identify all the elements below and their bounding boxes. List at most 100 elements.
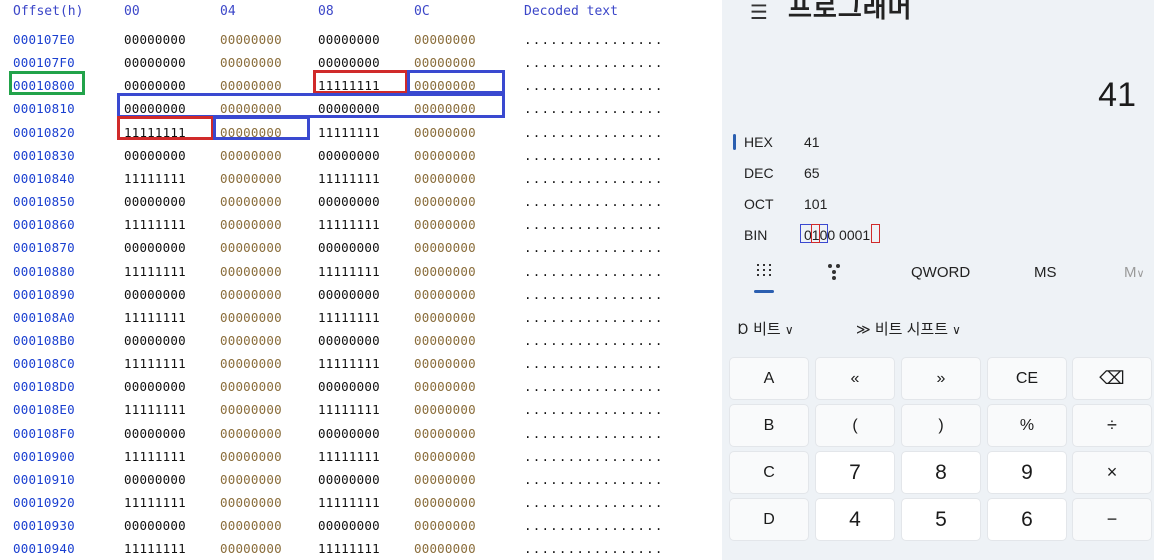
- word-size-button[interactable]: QWORD: [911, 264, 970, 281]
- hamburger-menu-icon[interactable]: ☰: [750, 0, 768, 25]
- hex-data-cell[interactable]: 00000000: [220, 217, 282, 232]
- hex-data-cell[interactable]: 00000000: [220, 194, 282, 209]
- hex-data-cell[interactable]: 00000000: [220, 264, 282, 279]
- hex-data-cell[interactable]: 11111111: [124, 449, 186, 464]
- hex-data-cell[interactable]: 00000000: [124, 472, 186, 487]
- offset-cell[interactable]: 000108A0: [13, 310, 75, 325]
- offset-cell[interactable]: 00010820: [13, 125, 75, 140]
- keypad-grid-icon[interactable]: [754, 262, 774, 286]
- hex-data-cell[interactable]: 00000000: [414, 426, 476, 441]
- bit-toggle-icon[interactable]: [826, 262, 842, 286]
- offset-cell[interactable]: 00010860: [13, 217, 75, 232]
- hex-data-cell[interactable]: 11111111: [124, 171, 186, 186]
- hex-data-cell[interactable]: 00000000: [414, 287, 476, 302]
- hex-data-cell[interactable]: 00000000: [220, 472, 282, 487]
- decoded-text-cell[interactable]: ................: [524, 518, 664, 533]
- decoded-text-cell[interactable]: ................: [524, 472, 664, 487]
- offset-cell[interactable]: 000108F0: [13, 426, 75, 441]
- hex-data-cell[interactable]: 00000000: [220, 449, 282, 464]
- decoded-text-cell[interactable]: ................: [524, 148, 664, 163]
- key-button[interactable]: 9: [987, 451, 1067, 494]
- decoded-text-cell[interactable]: ................: [524, 217, 664, 232]
- hex-data-cell[interactable]: 11111111: [318, 171, 380, 186]
- hex-data-cell[interactable]: 11111111: [318, 495, 380, 510]
- hex-data-cell[interactable]: 11111111: [318, 541, 380, 556]
- decoded-text-cell[interactable]: ................: [524, 495, 664, 510]
- hex-data-cell[interactable]: 00000000: [220, 32, 282, 47]
- offset-cell[interactable]: 000107F0: [13, 55, 75, 70]
- hex-data-cell[interactable]: 00000000: [124, 240, 186, 255]
- key-button[interactable]: ): [901, 404, 981, 447]
- hex-data-cell[interactable]: 00000000: [220, 55, 282, 70]
- hex-data-cell[interactable]: 11111111: [124, 541, 186, 556]
- hex-data-cell[interactable]: 00000000: [318, 379, 380, 394]
- hex-data-cell[interactable]: 00000000: [220, 148, 282, 163]
- hex-data-cell[interactable]: 00000000: [318, 55, 380, 70]
- hex-data-cell[interactable]: 11111111: [124, 495, 186, 510]
- hex-data-cell[interactable]: 00000000: [220, 287, 282, 302]
- hex-data-cell[interactable]: 00000000: [414, 264, 476, 279]
- offset-cell[interactable]: 00010920: [13, 495, 75, 510]
- key-button[interactable]: 4: [815, 498, 895, 541]
- hex-data-cell[interactable]: 11111111: [318, 356, 380, 371]
- decoded-text-cell[interactable]: ................: [524, 264, 664, 279]
- decoded-text-cell[interactable]: ................: [524, 356, 664, 371]
- hex-data-cell[interactable]: 11111111: [318, 264, 380, 279]
- hex-data-cell[interactable]: 00000000: [414, 472, 476, 487]
- hex-data-cell[interactable]: 11111111: [318, 402, 380, 417]
- hex-data-cell[interactable]: 00000000: [414, 495, 476, 510]
- hex-data-cell[interactable]: 00000000: [318, 32, 380, 47]
- hex-data-cell[interactable]: 00000000: [220, 379, 282, 394]
- decoded-text-cell[interactable]: ................: [524, 379, 664, 394]
- hex-data-cell[interactable]: 00000000: [414, 379, 476, 394]
- decoded-text-cell[interactable]: ................: [524, 310, 664, 325]
- memory-list-button[interactable]: M∨: [1124, 264, 1145, 281]
- decoded-text-cell[interactable]: ................: [524, 240, 664, 255]
- hex-data-cell[interactable]: 00000000: [124, 426, 186, 441]
- hex-data-cell[interactable]: 00000000: [414, 148, 476, 163]
- key-button[interactable]: ×: [1072, 451, 1152, 494]
- decoded-text-cell[interactable]: ................: [524, 287, 664, 302]
- decoded-text-cell[interactable]: ................: [524, 32, 664, 47]
- hex-data-cell[interactable]: 00000000: [318, 287, 380, 302]
- hex-data-cell[interactable]: 00000000: [414, 125, 476, 140]
- offset-cell[interactable]: 000107E0: [13, 32, 75, 47]
- decoded-text-cell[interactable]: ................: [524, 333, 664, 348]
- key-button[interactable]: D: [729, 498, 809, 541]
- hex-data-cell[interactable]: 00000000: [124, 379, 186, 394]
- offset-cell[interactable]: 00010840: [13, 171, 75, 186]
- key-button[interactable]: 8: [901, 451, 981, 494]
- decoded-text-cell[interactable]: ................: [524, 171, 664, 186]
- offset-cell[interactable]: 00010940: [13, 541, 75, 556]
- hex-data-cell[interactable]: 00000000: [220, 333, 282, 348]
- hex-data-cell[interactable]: 00000000: [414, 541, 476, 556]
- hex-data-cell[interactable]: 00000000: [220, 402, 282, 417]
- hex-data-cell[interactable]: 00000000: [414, 449, 476, 464]
- decoded-text-cell[interactable]: ................: [524, 449, 664, 464]
- offset-cell[interactable]: 000108E0: [13, 402, 75, 417]
- hex-data-cell[interactable]: 00000000: [124, 194, 186, 209]
- hex-data-cell[interactable]: 11111111: [318, 310, 380, 325]
- hex-data-cell[interactable]: 00000000: [414, 194, 476, 209]
- offset-cell[interactable]: 000108D0: [13, 379, 75, 394]
- offset-cell[interactable]: 000108B0: [13, 333, 75, 348]
- hex-data-cell[interactable]: 11111111: [124, 402, 186, 417]
- hex-data-cell[interactable]: 00000000: [220, 495, 282, 510]
- hex-data-cell[interactable]: 00000000: [124, 78, 186, 93]
- decoded-text-cell[interactable]: ................: [524, 194, 664, 209]
- hex-data-cell[interactable]: 00000000: [220, 171, 282, 186]
- offset-cell[interactable]: 00010870: [13, 240, 75, 255]
- bitwise-menu[interactable]: Ɒ 비트 ∨: [738, 318, 794, 339]
- key-button[interactable]: (: [815, 404, 895, 447]
- key-button[interactable]: 7: [815, 451, 895, 494]
- hex-data-cell[interactable]: 00000000: [414, 402, 476, 417]
- key-button[interactable]: ⌫: [1072, 357, 1152, 400]
- decoded-text-cell[interactable]: ................: [524, 101, 664, 116]
- hex-data-cell[interactable]: 00000000: [124, 287, 186, 302]
- hex-data-cell[interactable]: 11111111: [124, 217, 186, 232]
- offset-cell[interactable]: 00010810: [13, 101, 75, 116]
- memory-store-button[interactable]: MS: [1034, 264, 1057, 281]
- decoded-text-cell[interactable]: ................: [524, 78, 664, 93]
- offset-cell[interactable]: 00010830: [13, 148, 75, 163]
- hex-data-cell[interactable]: 00000000: [124, 518, 186, 533]
